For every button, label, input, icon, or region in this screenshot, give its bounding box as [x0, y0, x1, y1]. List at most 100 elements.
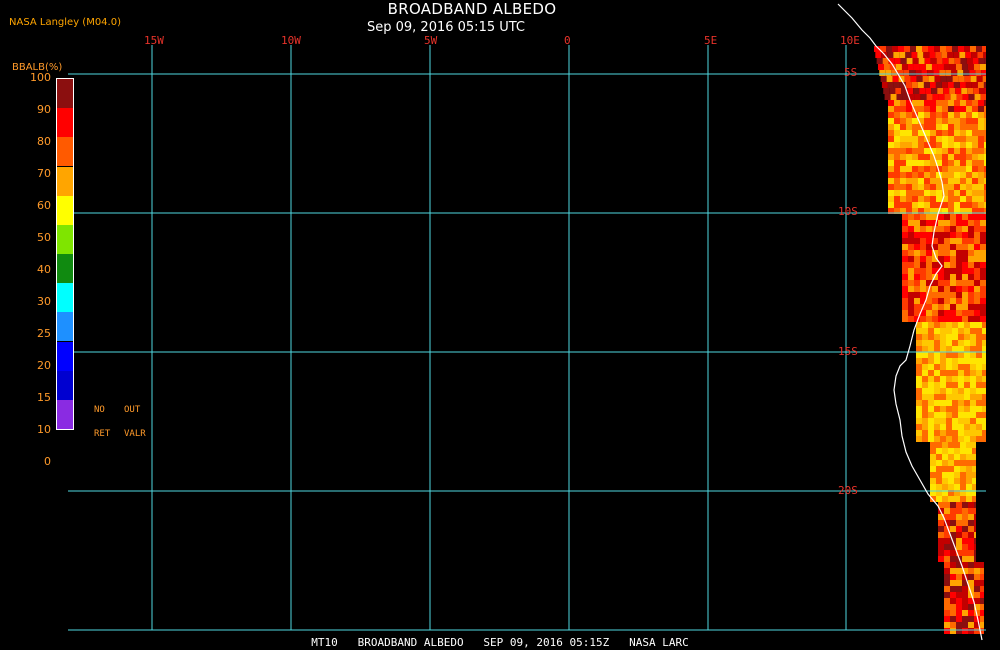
albedo-pixel	[960, 106, 966, 112]
albedo-pixel	[970, 406, 976, 412]
albedo-pixel	[980, 256, 986, 262]
albedo-pixel	[894, 196, 900, 202]
albedo-pixel	[962, 586, 968, 592]
albedo-pixel	[936, 448, 942, 454]
albedo-pixel	[984, 166, 986, 172]
albedo-pixel	[962, 226, 968, 232]
albedo-pixel	[950, 226, 956, 232]
albedo-pixel	[942, 484, 948, 490]
albedo-pixel	[902, 262, 908, 268]
albedo-pixel	[936, 124, 942, 130]
albedo-pixel	[914, 214, 920, 220]
albedo-pixel	[942, 148, 948, 154]
albedo-pixel	[926, 238, 932, 244]
albedo-pixel	[956, 598, 962, 604]
albedo-pixel	[916, 400, 922, 406]
albedo-pixel	[972, 190, 978, 196]
albedo-pixel	[950, 628, 956, 634]
albedo-pixel	[920, 280, 926, 286]
albedo-pixel	[934, 358, 940, 364]
albedo-pixel	[974, 514, 976, 520]
albedo-pixel	[942, 130, 948, 136]
albedo-pixel	[980, 616, 984, 622]
albedo-pixel	[982, 412, 986, 418]
albedo-pixel	[949, 88, 956, 94]
albedo-pixel	[895, 88, 902, 94]
albedo-pixel	[912, 160, 918, 166]
albedo-pixel	[906, 154, 912, 160]
albedo-pixel	[956, 262, 962, 268]
albedo-pixel	[976, 376, 982, 382]
albedo-pixel	[952, 412, 958, 418]
albedo-pixel	[940, 364, 946, 370]
albedo-pixel	[952, 436, 958, 442]
albedo-pixel	[970, 358, 976, 364]
albedo-pixel	[983, 82, 986, 88]
albedo-pixel	[972, 454, 976, 460]
albedo-pixel	[968, 292, 974, 298]
albedo-pixel	[984, 130, 986, 136]
albedo-pixel	[948, 166, 954, 172]
albedo-pixel	[948, 136, 954, 142]
albedo-pixel	[946, 412, 952, 418]
albedo-pixel	[979, 88, 986, 94]
albedo-pixel	[950, 304, 956, 310]
albedo-pixel	[960, 478, 966, 484]
colorbar-segment	[57, 370, 73, 400]
albedo-pixel	[906, 142, 912, 148]
albedo-pixel	[942, 166, 948, 172]
albedo-pixel	[918, 58, 925, 64]
albedo-pixel	[968, 544, 974, 550]
albedo-pixel	[902, 220, 908, 226]
albedo-pixel	[958, 430, 964, 436]
albedo-pixel	[984, 160, 986, 166]
albedo-pixel	[902, 214, 908, 220]
lon-label-0: 0	[564, 34, 571, 47]
albedo-pixel	[966, 112, 972, 118]
albedo-pixel	[973, 88, 980, 94]
albedo-pixel	[906, 172, 912, 178]
albedo-pixel	[920, 238, 926, 244]
albedo-pixel	[956, 232, 962, 238]
albedo-pixel	[958, 394, 964, 400]
albedo-pixel	[955, 64, 962, 70]
albedo-pixel	[884, 94, 891, 100]
albedo-pixel	[940, 76, 947, 82]
albedo-pixel	[902, 232, 908, 238]
albedo-pixel	[968, 514, 974, 520]
albedo-pixel	[914, 268, 920, 274]
albedo-pixel	[942, 202, 948, 208]
albedo-pixel	[954, 466, 960, 472]
albedo-pixel	[958, 46, 964, 52]
albedo-pixel	[962, 544, 968, 550]
albedo-pixel	[920, 316, 926, 322]
albedo-pixel	[966, 448, 972, 454]
albedo-pixel	[940, 418, 946, 424]
albedo-pixel	[928, 370, 934, 376]
albedo-pixel	[916, 46, 922, 52]
albedo-pixel	[924, 190, 930, 196]
albedo-pixel	[942, 142, 948, 148]
albedo-pixel	[960, 148, 966, 154]
albedo-pixel	[958, 382, 964, 388]
albedo-pixel	[915, 70, 922, 76]
albedo-pixel	[900, 100, 906, 106]
albedo-pixel	[944, 298, 950, 304]
albedo-pixel	[930, 106, 936, 112]
albedo-pixel	[966, 106, 972, 112]
albedo-pixel	[930, 478, 936, 484]
albedo-pixel	[962, 232, 968, 238]
albedo-pixel	[954, 106, 960, 112]
albedo-pixel	[931, 88, 938, 94]
albedo-pixel	[928, 352, 934, 358]
albedo-pixel	[924, 124, 930, 130]
albedo-pixel	[960, 178, 966, 184]
albedo-pixel	[972, 148, 978, 154]
albedo-pixel	[982, 76, 986, 82]
albedo-pixel	[976, 436, 982, 442]
albedo-pixel	[968, 286, 974, 292]
albedo-pixel	[970, 328, 976, 334]
albedo-pixel	[932, 298, 938, 304]
albedo-pixel	[978, 166, 984, 172]
albedo-pixel	[936, 184, 942, 190]
